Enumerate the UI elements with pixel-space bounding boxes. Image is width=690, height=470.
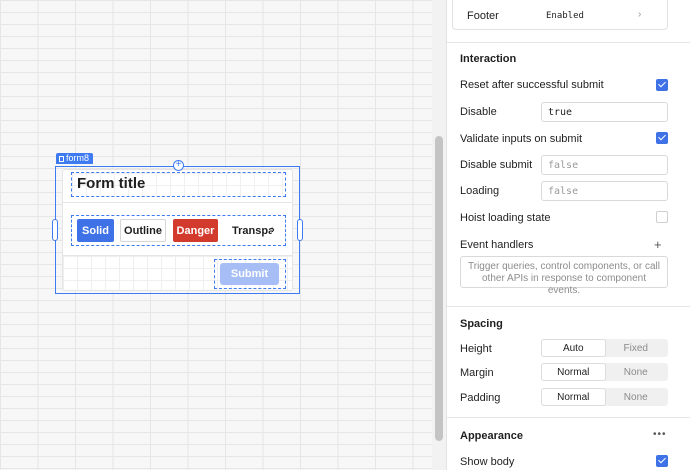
margin-option-none[interactable]: None [605, 364, 668, 380]
padding-option-normal[interactable]: Normal [542, 389, 605, 405]
canvas-scrollbar-thumb[interactable] [435, 136, 443, 441]
hoist-loading-label: Hoist loading state [460, 212, 551, 224]
resize-handle-right[interactable] [297, 219, 303, 241]
add-component-plus-icon[interactable]: + [173, 160, 184, 171]
loading-input[interactable]: false [541, 181, 668, 201]
padding-option-none[interactable]: None [605, 389, 668, 405]
form-title[interactable]: Form title [77, 175, 145, 192]
component-name: form8 [66, 153, 90, 163]
add-event-handler-plus-icon[interactable]: + [654, 237, 662, 252]
disable-input[interactable]: true [541, 102, 668, 122]
appearance-section-title: Appearance [460, 430, 523, 442]
spacing-section-title: Spacing [460, 318, 503, 330]
margin-option-normal[interactable]: Normal [542, 364, 605, 380]
show-body-label: Show body [460, 456, 515, 468]
margin-label: Margin [460, 367, 494, 379]
footer-label: Footer [467, 10, 499, 22]
solid-button[interactable]: Solid [77, 219, 114, 242]
loading-label: Loading [460, 185, 500, 197]
danger-button[interactable]: Danger [173, 219, 218, 242]
scroll-right-chevron-icon[interactable]: › [271, 224, 275, 236]
form-header-divider [62, 202, 293, 203]
component-name-tag[interactable]: form8 [56, 153, 94, 164]
section-divider [447, 306, 690, 307]
padding-segmented-control[interactable]: Normal None [541, 388, 668, 406]
show-body-checkbox[interactable] [656, 455, 668, 467]
padding-label: Padding [460, 392, 501, 404]
event-handlers-label: Event handlers [460, 239, 534, 251]
footer-value: Enabled [546, 11, 584, 21]
reset-after-submit-label: Reset after successful submit [460, 79, 604, 91]
validate-on-submit-label: Validate inputs on submit [460, 133, 583, 145]
more-horizontal-icon[interactable]: ••• [653, 429, 667, 440]
transparent-button[interactable]: Transparent [226, 219, 272, 242]
margin-segmented-control[interactable]: Normal None [541, 363, 668, 381]
disable-submit-input[interactable]: false [541, 155, 668, 175]
outline-button[interactable]: Outline [120, 219, 166, 242]
disable-submit-label: Disable submit [460, 159, 533, 171]
height-segmented-control[interactable]: Auto Fixed [541, 339, 668, 357]
hoist-loading-checkbox[interactable] [656, 211, 668, 223]
event-handlers-placeholder[interactable]: Trigger queries, control components, or … [460, 256, 668, 296]
reset-after-submit-checkbox[interactable] [656, 79, 668, 91]
section-divider [447, 417, 690, 418]
submit-button[interactable]: Submit [220, 263, 279, 285]
resize-handle-left[interactable] [52, 219, 58, 241]
height-option-fixed[interactable]: Fixed [605, 340, 668, 356]
height-option-auto[interactable]: Auto [542, 340, 605, 356]
disable-label: Disable [460, 106, 497, 118]
validate-on-submit-checkbox[interactable] [656, 132, 668, 144]
component-icon [59, 155, 64, 162]
interaction-section-title: Interaction [460, 53, 517, 65]
chevron-right-icon[interactable]: › [638, 9, 641, 20]
section-divider [447, 42, 690, 43]
height-label: Height [460, 343, 492, 355]
